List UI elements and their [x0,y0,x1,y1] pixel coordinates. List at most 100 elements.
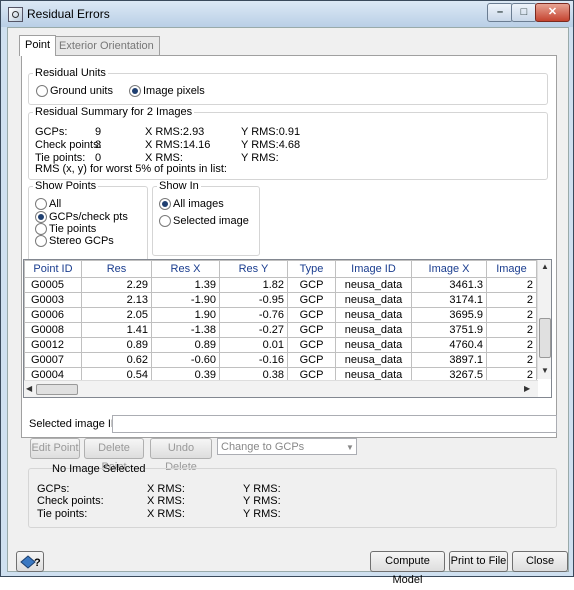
cell-type: GCP [287,337,336,353]
col-res[interactable]: Res [81,260,152,278]
cell-point-id: G0008 [24,322,82,338]
no-image-selected-title: No Image Selected [52,463,146,475]
change-type-value: Change to GCPs [221,441,305,453]
cell-res-y: 1.82 [219,277,288,293]
cell-image-id: neusa_data [335,277,412,293]
cell-res-y: -0.76 [219,307,288,323]
scroll-right-icon[interactable]: ▶ [524,384,530,393]
cell-image-y: 2 [486,307,537,323]
edit-point-button[interactable]: Edit Point [30,438,80,459]
maximize-button[interactable]: □ [511,3,537,22]
col-image-id[interactable]: Image ID [335,260,412,278]
ground-units-radio[interactable] [36,85,48,97]
table-row[interactable]: G0008 1.41 -1.38 -0.27 GCP neusa_data 3751.9 2 [24,322,537,338]
residual-summary-title: Residual Summary for 2 Images [33,106,195,118]
cell-image-y: 2 [486,277,537,293]
close-button[interactable]: Close [512,551,568,572]
image-tie-yrms: Y RMS: [243,508,281,520]
cell-res: 2.13 [81,292,152,308]
cell-type: GCP [287,307,336,323]
cell-res-y: -0.95 [219,292,288,308]
cell-res-x: 1.90 [151,307,220,323]
col-point-id[interactable]: Point ID [24,260,82,278]
cell-image-x: 3461.3 [411,277,487,293]
minimize-button[interactable]: – [487,3,513,22]
close-window-button[interactable]: ✕ [535,3,570,22]
cell-res-x: 0.89 [151,337,220,353]
selected-image-radio[interactable] [159,215,171,227]
scroll-down-icon[interactable]: ▼ [541,366,549,375]
compute-model-button[interactable]: Compute Model [370,551,445,586]
table-row[interactable]: G0006 2.05 1.90 -0.76 GCP neusa_data 3695.9 2 [24,307,537,323]
cell-res-x: -1.90 [151,292,220,308]
image-check-label: Check points: [37,495,104,507]
image-pixels-radio[interactable] [129,85,141,97]
print-to-file-button[interactable]: Print to File [449,551,508,572]
table-header-row: Point ID Res Res X Res Y Type Image ID I… [24,260,537,278]
cell-image-x: 4760.4 [411,337,487,353]
col-res-x[interactable]: Res X [151,260,220,278]
tab-exterior-orientation[interactable]: Exterior Orientation [53,36,160,55]
show-gcps-label[interactable]: GCPs/check pts [49,211,128,223]
scroll-left-icon[interactable]: ◀ [26,384,32,393]
col-image-y[interactable]: Image [486,260,537,278]
selected-image-id-input[interactable] [112,415,557,433]
selected-image-id-label: Selected image ID: [29,418,122,430]
vertical-scroll-thumb[interactable] [539,318,551,358]
table-row[interactable]: G0007 0.62 -0.60 -0.16 GCP neusa_data 3897.1 2 [24,352,537,368]
selected-image-label[interactable]: Selected image [173,215,249,227]
table-row[interactable]: G0005 2.29 1.39 1.82 GCP neusa_data 3461.3 2 [24,277,537,293]
help-button[interactable]: ? [16,551,44,572]
title-bar[interactable]: Residual Errors – □ ✕ [1,1,573,27]
all-images-label[interactable]: All images [173,198,224,210]
show-all-label[interactable]: All [49,198,61,210]
scroll-up-icon[interactable]: ▲ [541,262,549,271]
cell-res-y: -0.16 [219,352,288,368]
vertical-scrollbar[interactable]: ▲ ▼ [537,260,551,379]
show-points-title: Show Points [33,180,99,192]
change-type-select[interactable]: Change to GCPs ▼ [217,438,357,455]
cell-image-x: 3897.1 [411,352,487,368]
cell-res: 0.89 [81,337,152,353]
all-images-radio[interactable] [159,198,171,210]
residuals-table[interactable]: Point ID Res Res X Res Y Type Image ID I… [23,259,552,398]
ground-units-label[interactable]: Ground units [50,85,113,97]
cell-image-x: 3751.9 [411,322,487,338]
show-stereo-label[interactable]: Stereo GCPs [49,235,114,247]
delete-point-button[interactable]: Delete Point [84,438,144,473]
dialog-body: Point Exterior Orientation Residual Unit… [7,27,569,586]
cell-image-y: 2 [486,352,537,368]
col-type[interactable]: Type [287,260,336,278]
cell-res: 2.05 [81,307,152,323]
cell-image-x: 3174.1 [411,292,487,308]
show-in-title: Show In [157,180,201,192]
cell-res: 0.62 [81,352,152,368]
col-image-x[interactable]: Image X [411,260,487,278]
horizontal-scrollbar[interactable]: ◀ ▶ [24,380,538,397]
point-tab-page: Residual Units Ground units Image pixels… [21,55,557,438]
show-gcps-radio[interactable] [35,211,47,223]
table-row[interactable]: G0012 0.89 0.89 0.01 GCP neusa_data 4760.4 2 [24,337,537,353]
show-tie-radio[interactable] [35,223,47,235]
show-tie-label[interactable]: Tie points [49,223,96,235]
table-row[interactable]: G0003 2.13 -1.90 -0.95 GCP neusa_data 3174.1 2 [24,292,537,308]
residual-units-title: Residual Units [33,67,108,79]
cell-type: GCP [287,322,336,338]
image-pixels-label[interactable]: Image pixels [143,85,205,97]
summary-gcps-label: GCPs: [35,126,68,138]
show-stereo-radio[interactable] [35,235,47,247]
tab-point[interactable]: Point [19,35,57,56]
cell-point-id: G0012 [24,337,82,353]
chevron-down-icon[interactable]: ▼ [346,439,354,456]
col-res-y[interactable]: Res Y [219,260,288,278]
residuals-grid: Point ID Res Res X Res Y Type Image ID I… [24,260,537,383]
summary-gcps-yrms: Y RMS:0.91 [241,126,301,138]
cell-image-y: 2 [486,292,537,308]
show-all-radio[interactable] [35,198,47,210]
undo-delete-button[interactable]: Undo Delete [150,438,212,473]
cell-image-id: neusa_data [335,322,412,338]
horizontal-scroll-thumb[interactable] [36,384,78,395]
cell-res-y: 0.01 [219,337,288,353]
cell-image-id: neusa_data [335,352,412,368]
residual-errors-window: Residual Errors – □ ✕ Point Exterior Ori… [0,0,574,586]
